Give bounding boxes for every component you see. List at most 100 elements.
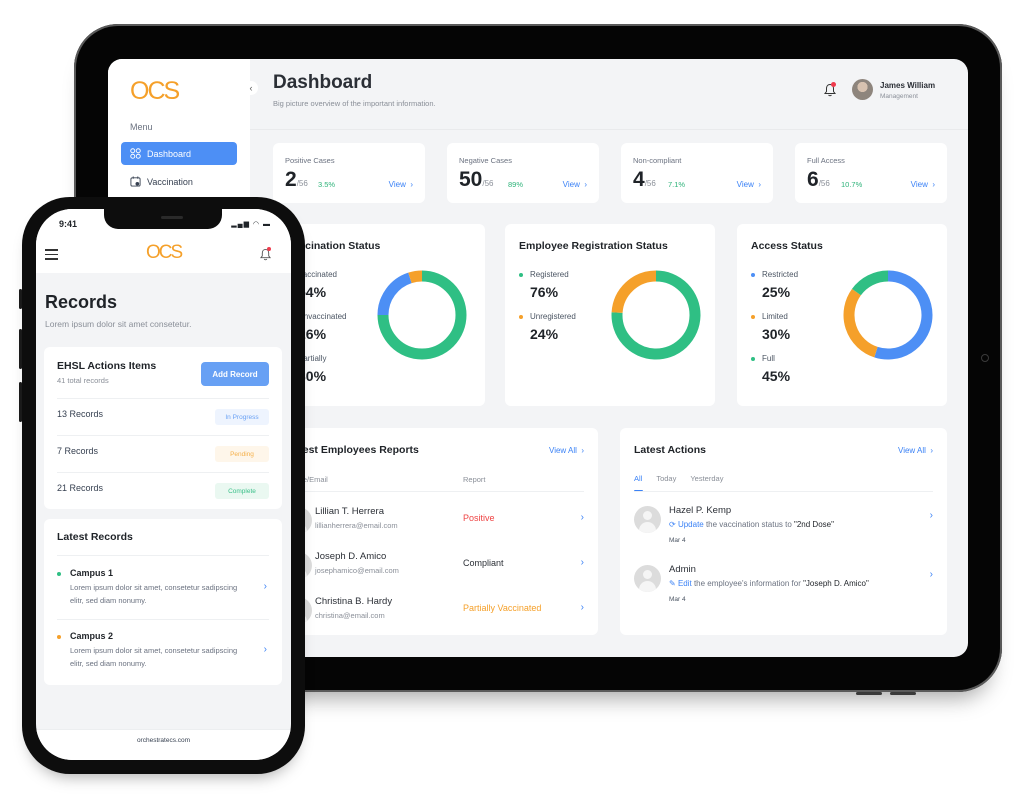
- view-link[interactable]: View ›: [563, 180, 587, 189]
- record-description: Lorem ipsum dolor sit amet, consetetur s…: [70, 646, 238, 668]
- menu-label: Menu: [130, 122, 153, 132]
- phone-device: 9:41 ▂▄▆ ◠ ▬ OCS Records Lorem ipsum dol…: [19, 197, 305, 774]
- column-header-report: Report: [463, 475, 486, 484]
- table-row[interactable]: Lillian T. Herrera lillianherrera@email.…: [273, 506, 598, 550]
- action-user: Hazel P. Kemp: [669, 505, 732, 516]
- refresh-icon: ⟳: [669, 520, 678, 529]
- access-donut-chart: [843, 270, 933, 360]
- status-dot: [57, 635, 61, 639]
- signal-wifi-battery-icon: ▂▄▆ ◠ ▬: [231, 221, 271, 228]
- card-title: EHSL Actions Items: [57, 360, 157, 372]
- stat-card-full-access: Full Access 6/56 10.7% View ›: [795, 143, 947, 203]
- notification-dot: [267, 247, 271, 251]
- employee-email: josephamico@email.com: [315, 566, 399, 575]
- vaccination-donut-chart: [377, 270, 467, 360]
- registration-donut-chart: [611, 270, 701, 360]
- stat-percent: 7.1%: [668, 180, 686, 189]
- card-subtitle: 41 total records: [57, 376, 109, 385]
- status-time: 9:41: [59, 219, 78, 229]
- camera-icon: [981, 354, 989, 362]
- grid-icon: [130, 148, 141, 159]
- record-name[interactable]: Campus 1: [70, 568, 113, 578]
- action-item[interactable]: Admin ✎ Edit the employee's information …: [620, 563, 947, 611]
- stat-label: Full Access: [807, 156, 845, 165]
- user-name[interactable]: James William: [880, 81, 935, 90]
- add-record-button[interactable]: Add Record: [201, 362, 269, 386]
- legend-value: 76%: [530, 284, 559, 300]
- notification-dot: [831, 82, 836, 87]
- legend-label: Restricted: [751, 270, 798, 279]
- legend-value: 54%: [298, 284, 327, 300]
- records-screen: 9:41 ▂▄▆ ◠ ▬ OCS Records Lorem ipsum dol…: [36, 209, 291, 760]
- record-name[interactable]: Campus 2: [70, 631, 113, 641]
- table-row[interactable]: Christina B. Hardy christina@email.com P…: [273, 596, 598, 640]
- report-status: Partially Vaccinated: [463, 603, 542, 613]
- brand-logo: OCS: [130, 77, 180, 105]
- card-title: Latest Employees Reports: [287, 444, 419, 456]
- employee-name: Joseph D. Amico: [315, 551, 387, 562]
- avatar: [634, 506, 661, 533]
- chevron-right-icon[interactable]: ›: [581, 602, 584, 613]
- legend-value: 45%: [762, 368, 791, 384]
- page-subtitle: Lorem ipsum dolor sit amet consetetur.: [45, 319, 192, 329]
- table-row[interactable]: Joseph D. Amico josephamico@email.com Co…: [273, 551, 598, 595]
- card-title: Employee Registration Status: [519, 240, 668, 252]
- tab-yesterday[interactable]: Yesterday: [690, 474, 723, 483]
- chevron-right-icon: ›: [928, 446, 933, 455]
- action-date: Mar 4: [669, 537, 686, 544]
- view-all-reports-link[interactable]: View All ›: [549, 446, 584, 455]
- legend-label: Registered: [519, 270, 576, 279]
- collapse-sidebar-button[interactable]: ‹: [244, 81, 258, 95]
- chevron-right-icon[interactable]: ›: [264, 581, 267, 592]
- view-all-actions-link[interactable]: View All ›: [898, 446, 933, 455]
- footer-url[interactable]: orchestratecs.com: [36, 729, 291, 760]
- page-title: Records: [45, 292, 118, 312]
- tab-today[interactable]: Today: [656, 474, 676, 483]
- chevron-right-icon[interactable]: ›: [581, 557, 584, 568]
- record-count[interactable]: 7 Records: [57, 446, 98, 456]
- page-title: Dashboard: [273, 72, 373, 93]
- divider: [57, 398, 269, 399]
- donut-slice-restricted: [874, 270, 933, 360]
- tabs-divider: [634, 491, 933, 492]
- record-count[interactable]: 13 Records: [57, 409, 103, 419]
- header-divider: [250, 129, 968, 130]
- stat-label: Negative Cases: [459, 156, 512, 165]
- chart-legend: Registered 76% Unregistered 24%: [519, 270, 576, 342]
- latest-actions-card: Latest Actions View All › All Today Yest…: [620, 428, 947, 635]
- hamburger-menu-icon[interactable]: [45, 249, 58, 260]
- stat-label: Non-compliant: [633, 156, 682, 165]
- chevron-right-icon: ›: [582, 180, 587, 189]
- card-title: Latest Records: [57, 531, 133, 543]
- donut-slice-full: [852, 270, 889, 296]
- user-avatar[interactable]: [852, 79, 873, 100]
- chevron-right-icon[interactable]: ›: [581, 512, 584, 523]
- chart-legend: Restricted 25% Limited 30% Full 45%: [751, 270, 798, 384]
- status-badge: Complete: [215, 483, 269, 499]
- chevron-right-icon: ›: [579, 446, 584, 455]
- stat-percent: 89%: [508, 180, 524, 189]
- sidebar-item-dashboard[interactable]: Dashboard: [121, 142, 237, 165]
- registration-status-card: Employee Registration Status Registered …: [505, 224, 715, 406]
- chevron-right-icon[interactable]: ›: [930, 569, 933, 580]
- action-item[interactable]: Hazel P. Kemp ⟳ Update the vaccination s…: [620, 504, 947, 552]
- stat-value: 50/56: [459, 168, 494, 191]
- stat-value: 6/56: [807, 168, 830, 191]
- chevron-right-icon: ›: [756, 180, 761, 189]
- chevron-right-icon: ›: [408, 180, 413, 189]
- view-link[interactable]: View ›: [737, 180, 761, 189]
- status-badge: In Progress: [215, 409, 269, 425]
- view-link[interactable]: View ›: [389, 180, 413, 189]
- action-tabs: All Today Yesterday: [634, 474, 737, 483]
- sidebar-item-vaccination[interactable]: Vaccination: [121, 170, 237, 193]
- action-description: ⟳ Update the vaccination status to "2nd …: [669, 520, 834, 529]
- tab-all[interactable]: All: [634, 474, 642, 483]
- volume-button: [890, 692, 916, 695]
- status-badge: Pending: [215, 446, 269, 462]
- chevron-right-icon[interactable]: ›: [930, 510, 933, 521]
- view-link[interactable]: View ›: [911, 180, 935, 189]
- latest-records-card: Latest Records Campus 1 Lorem ipsum dolo…: [44, 519, 282, 685]
- stat-card-non-compliant: Non-compliant 4/56 7.1% View ›: [621, 143, 773, 203]
- chevron-right-icon[interactable]: ›: [264, 644, 267, 655]
- record-count[interactable]: 21 Records: [57, 483, 103, 493]
